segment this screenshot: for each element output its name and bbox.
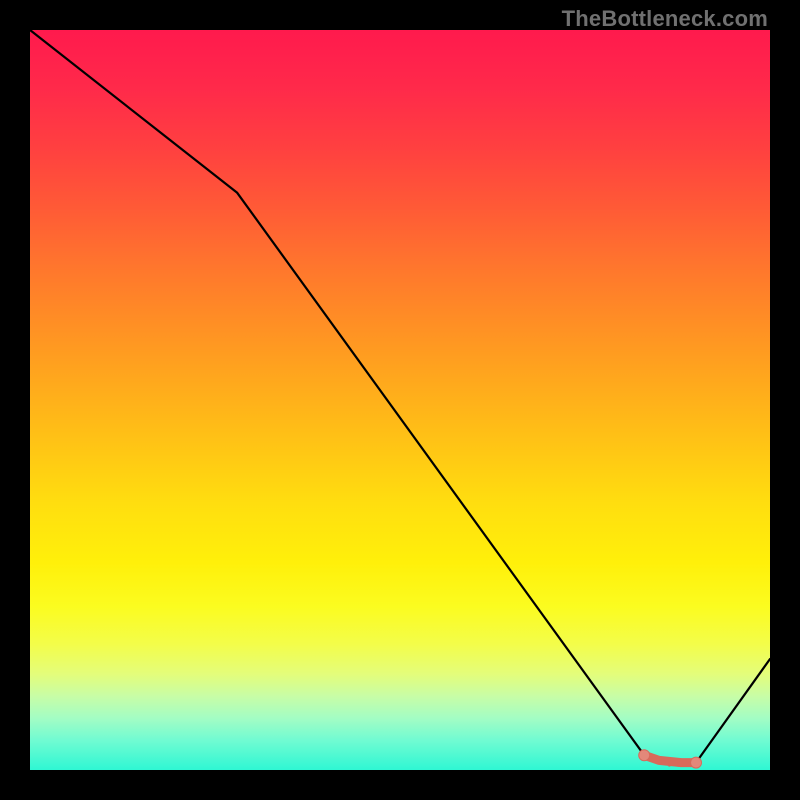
highlight-tick xyxy=(677,759,679,767)
chart-frame: TheBottleneck.com xyxy=(0,0,800,800)
highlight-tick xyxy=(651,754,653,762)
highlight-dot xyxy=(691,757,702,768)
highlight-tick xyxy=(659,757,661,765)
chart-overlay xyxy=(30,30,770,770)
highlight-tick xyxy=(686,759,688,767)
curve-line xyxy=(30,30,770,763)
watermark-text: TheBottleneck.com xyxy=(562,6,768,32)
highlight-segment xyxy=(639,750,702,768)
highlight-tick xyxy=(668,759,670,767)
highlight-dot xyxy=(639,750,650,761)
